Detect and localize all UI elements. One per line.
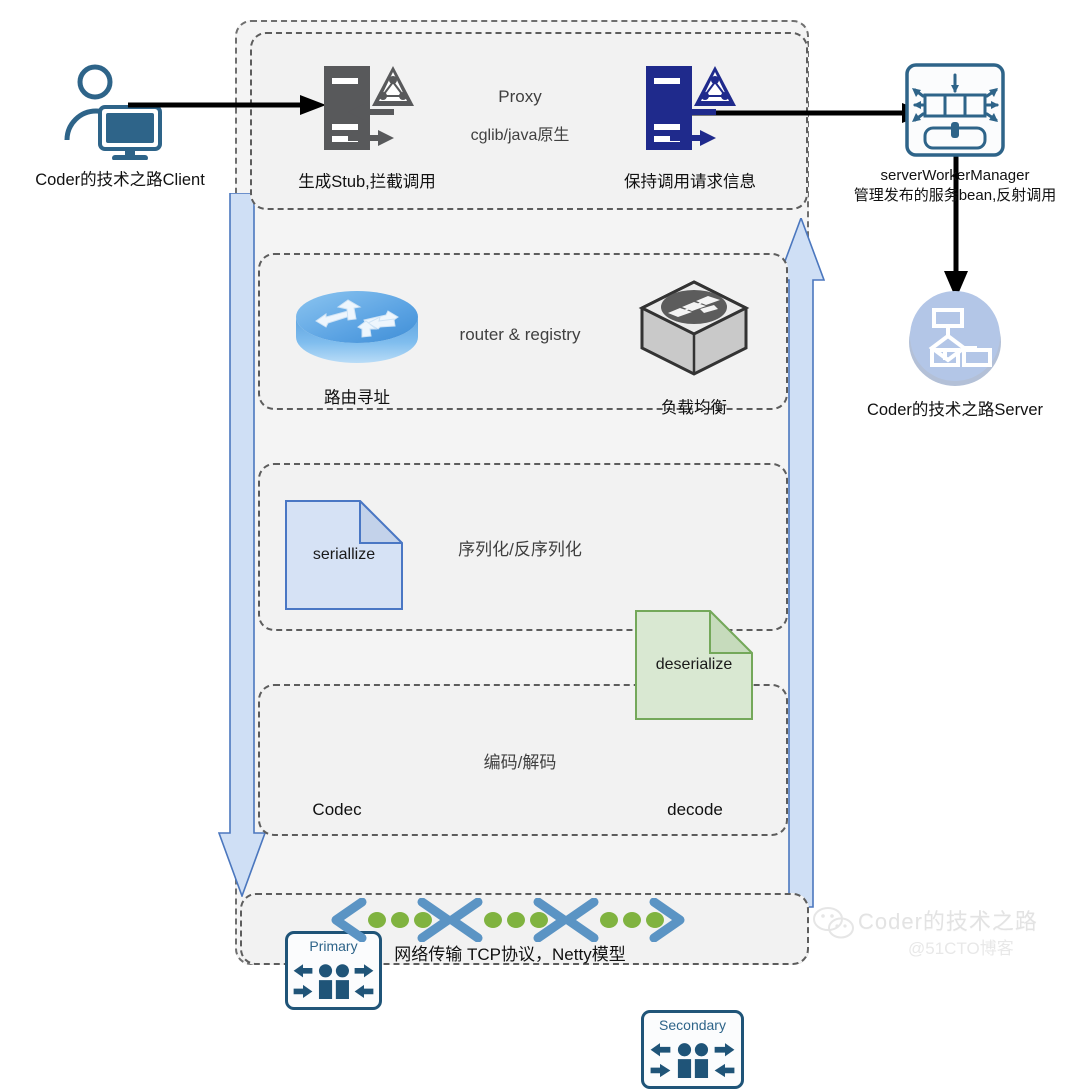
serialize-label: seriallize [312, 546, 376, 563]
document-green-icon: deserialize [635, 608, 755, 720]
codec-left-caption: Codec [312, 800, 362, 819]
secondary-codec-icon: Secondary [641, 1010, 744, 1089]
worker-manager-icon [905, 63, 1005, 157]
wechat-logo-icon [813, 907, 854, 939]
watermark-main-text: Coder的技术之路 [858, 909, 1038, 934]
server-caption: Coder的技术之路Server [866, 401, 1044, 419]
watermark-sub-text: @51CTO博客 [908, 939, 1014, 958]
codec-right-caption: decode [667, 800, 723, 819]
deserialize-label: deserialize [655, 656, 733, 673]
server-worker-manager-node: serverWorkerManager 管理发布的服务bean,反射调用 [845, 62, 1065, 207]
swm-caption-line2: 管理发布的服务bean,反射调用 [853, 187, 1057, 205]
serialize-layer-label: 序列化/反序列化 [458, 540, 582, 559]
client-icon-wrap [20, 60, 220, 161]
server-node: Coder的技术之路Server [840, 288, 1070, 420]
proxy-request-blue-icon [646, 66, 736, 150]
load-balancer-caption: 负载均衡 [661, 399, 727, 417]
router-caption: 路由寻址 [324, 389, 390, 407]
user-with-monitor-icon [64, 64, 162, 161]
load-balancer-hexagon-icon [638, 280, 750, 376]
data-flow-chevrons-icon [331, 898, 685, 942]
codec-layer-label: 编码/解码 [483, 753, 557, 772]
proxy-left-caption: 生成Stub,拦截调用 [298, 173, 436, 191]
network-layer-caption: 网络传输 TCP协议，Netty模型 [394, 945, 626, 964]
client-node: Coder的技术之路Client [20, 60, 220, 190]
proxy-stub-gray-icon [324, 66, 414, 150]
server-flowchart-circle-icon [909, 291, 1001, 386]
document-blue-icon: seriallize [285, 498, 405, 610]
proxy-right-caption: 保持调用请求信息 [624, 173, 756, 191]
proxy-label-line2: cglib/java原生 [470, 126, 570, 144]
worker-manager-icon-wrap [845, 62, 1065, 158]
secondary-codec-glyph [650, 1043, 735, 1079]
watermark: Coder的技术之路 @51CTO博客 [812, 900, 1074, 972]
router-cylinder-icon [296, 291, 418, 363]
router-layer-label: router & registry [459, 325, 581, 344]
proxy-layer-label: Proxy cglib/java原生 [420, 84, 620, 148]
server-icon-wrap [840, 288, 1070, 386]
server-worker-manager-caption: serverWorkerManager 管理发布的服务bean,反射调用 [845, 166, 1065, 207]
client-caption: Coder的技术之路Client [35, 171, 205, 189]
swm-caption-line1: serverWorkerManager [880, 167, 1030, 184]
secondary-codec-title: Secondary [659, 1017, 726, 1033]
proxy-label-line1: Proxy [498, 87, 542, 106]
